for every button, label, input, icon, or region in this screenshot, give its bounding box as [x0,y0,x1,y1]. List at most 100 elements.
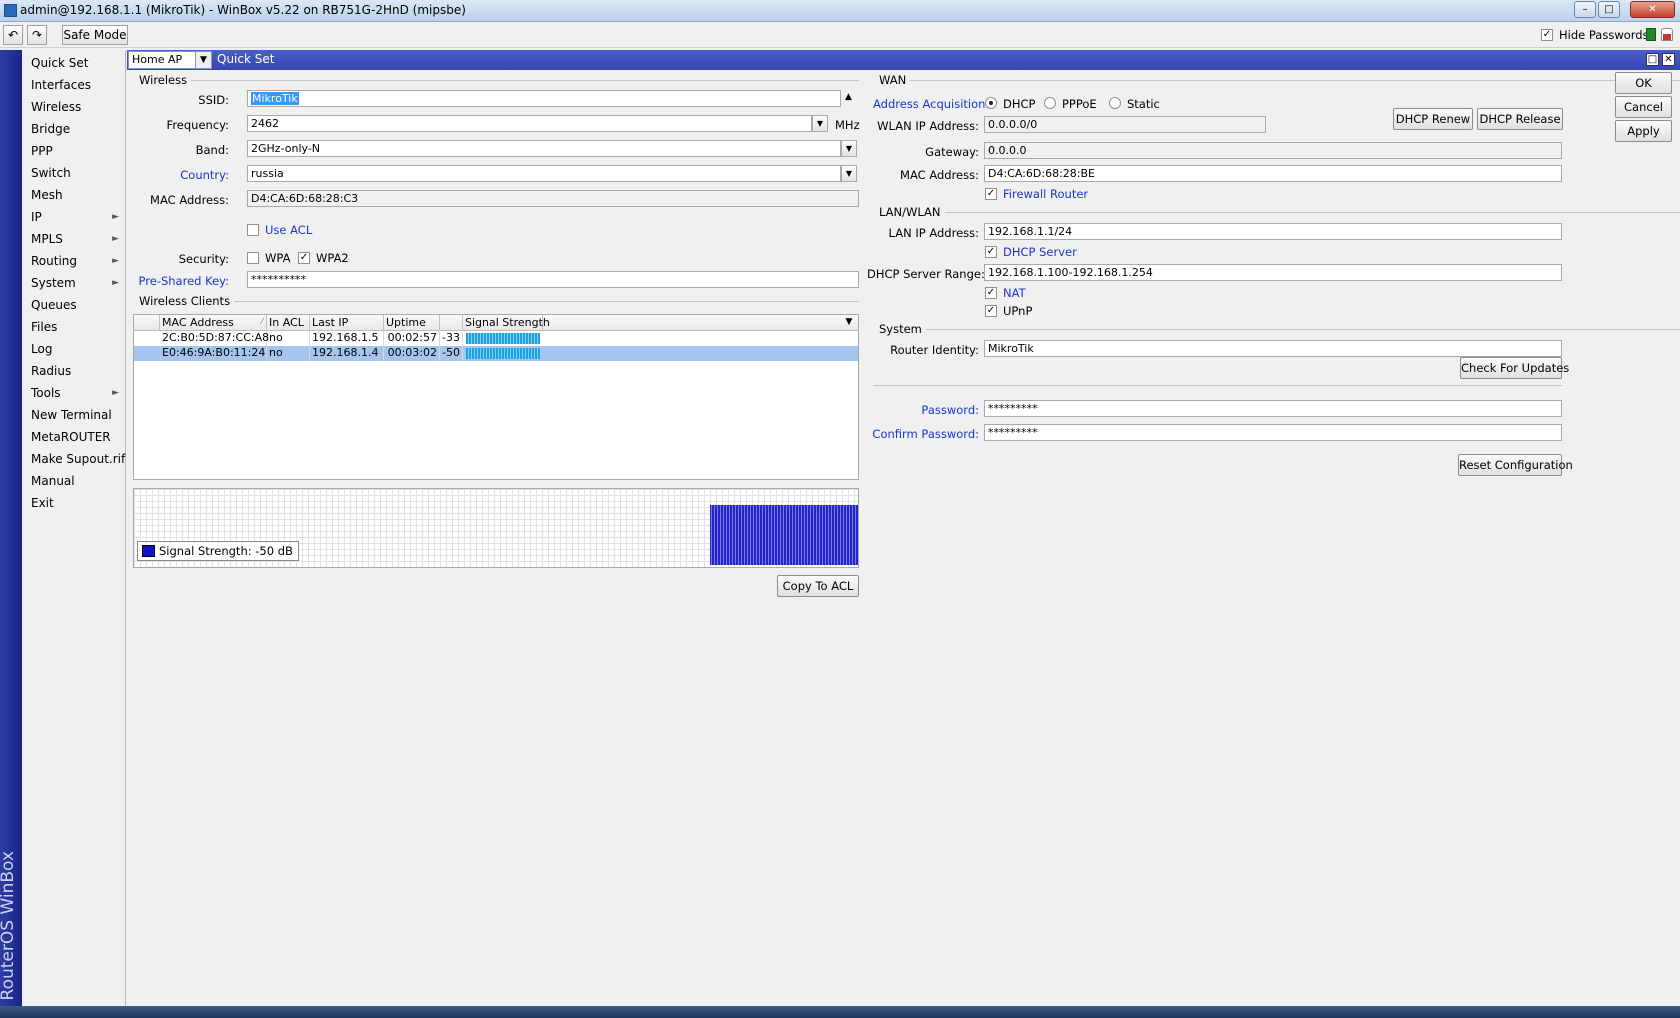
sidebar-item-queues[interactable]: Queues [22,294,125,316]
client-signal: -50 [440,346,463,361]
psk-input[interactable]: ********** [247,271,859,288]
dhcp-radio[interactable] [985,97,997,109]
dhcp-release-button[interactable]: DHCP Release [1477,108,1563,130]
sidebar-item-radius[interactable]: Radius [22,360,125,382]
table-row[interactable]: E0:46:9A:B0:11:24 no 192.168.1.4 00:03:0… [134,346,858,361]
undo-button[interactable]: ↶ [3,25,23,45]
nat-label[interactable]: NAT [1003,286,1026,300]
wireless-section: Wireless [133,73,859,87]
dhcp-range-label: DHCP Server Range: [867,267,985,281]
system-section: System [873,322,1680,336]
sidebar-item-make-supout[interactable]: Make Supout.rif [22,448,125,470]
column-header[interactable] [134,315,160,331]
sidebar-item-tools[interactable]: Tools ► [22,382,125,404]
column-header-signal-strength[interactable]: Signal Strength [463,315,550,331]
column-header-signal-value[interactable] [440,315,463,331]
sidebar-item-exit[interactable]: Exit [22,492,125,514]
close-icon[interactable]: ✕ [1630,1,1675,18]
sidebar-item-mesh[interactable]: Mesh [22,184,125,206]
sidebar-item-system[interactable]: System ► [22,272,125,294]
restore-window-icon[interactable]: □ [1646,53,1659,66]
wan-mac-input[interactable]: D4:CA:6D:68:28:BE [984,165,1562,182]
redo-button[interactable]: ↷ [27,25,47,45]
sidebar-item-quick-set[interactable]: Quick Set [22,52,125,74]
hide-passwords-checkbox[interactable]: ✓ [1541,29,1553,41]
reset-configuration-button[interactable]: Reset Configuration [1458,454,1573,476]
router-identity-input[interactable]: MikroTik [984,340,1562,357]
band-select[interactable]: 2GHz-only-N [247,140,841,157]
column-menu-icon[interactable]: ▼ [840,315,858,331]
sidebar-item-files[interactable]: Files [22,316,125,338]
chevron-down-icon[interactable]: ▼ [812,115,828,132]
lan-ip-input[interactable]: 192.168.1.1/24 [984,223,1562,240]
table-row[interactable]: 2C:B0:5D:87:CC:A8 no 192.168.1.5 00:02:5… [134,331,858,346]
maximize-icon[interactable]: □ [1598,1,1620,18]
column-header-last-ip[interactable]: Last IP [310,315,384,331]
ok-button[interactable]: OK [1615,72,1672,94]
sidebar-item-ppp[interactable]: PPP [22,140,125,162]
country-select[interactable]: russia [247,165,841,182]
use-acl-label[interactable]: Use ACL [265,223,312,237]
password-input[interactable]: ********* [984,400,1562,417]
dhcp-server-checkbox[interactable]: ✓ [985,246,997,258]
safe-mode-button[interactable]: Safe Mode [62,25,128,45]
check-updates-button[interactable]: Check For Updates [1460,357,1569,379]
pppoe-radio[interactable] [1044,97,1056,109]
column-header-uptime[interactable]: Uptime [384,315,440,331]
lan-ip-label: LAN IP Address: [888,226,979,240]
collapse-up-icon[interactable]: ▲ [845,92,852,102]
window-titlebar: admin@192.168.1.1 (MikroTik) - WinBox v5… [0,0,1680,22]
psk-label[interactable]: Pre-Shared Key: [133,274,229,288]
gateway-label: Gateway: [925,145,979,159]
chevron-down-icon[interactable]: ▼ [841,140,857,157]
use-acl-checkbox[interactable] [247,224,259,236]
dhcp-renew-button[interactable]: DHCP Renew [1393,108,1473,130]
address-acquisition-label[interactable]: Address Acquisition: [873,97,989,111]
confirm-password-label[interactable]: Confirm Password: [867,427,979,441]
ssid-input[interactable]: MikroTik [247,90,841,107]
wireless-mac-field: D4:CA:6D:68:28:C3 [247,190,859,207]
client-in-acl: no [267,346,310,361]
cancel-button[interactable]: Cancel [1615,96,1672,118]
column-header-mac[interactable]: MAC Address ⁄ [160,315,267,331]
sidebar-item-manual[interactable]: Manual [22,470,125,492]
nat-checkbox[interactable]: ✓ [985,287,997,299]
apply-button[interactable]: Apply [1615,120,1672,142]
dhcp-range-input[interactable]: 192.168.1.100-192.168.1.254 [984,264,1562,281]
router-identity-label: Router Identity: [890,343,979,357]
submenu-arrow-icon: ► [112,278,119,288]
wpa2-label: WPA2 [316,251,349,265]
dhcp-server-label[interactable]: DHCP Server [1003,245,1077,259]
chevron-down-icon[interactable]: ▼ [841,165,857,182]
static-radio[interactable] [1109,97,1121,109]
sidebar-item-interfaces[interactable]: Interfaces [22,74,125,96]
sidebar-item-switch[interactable]: Switch [22,162,125,184]
confirm-password-input[interactable]: ********* [984,424,1562,441]
upnp-checkbox[interactable]: ✓ [985,305,997,317]
mode-select[interactable]: Home AP ▼ [128,51,212,69]
client-signal: -33 [440,331,463,346]
column-header-in-acl[interactable]: In ACL [267,315,310,331]
firewall-router-label[interactable]: Firewall Router [1003,187,1088,201]
sidebar-item-bridge[interactable]: Bridge [22,118,125,140]
sidebar-item-ip[interactable]: IP ► [22,206,125,228]
sidebar-item-log[interactable]: Log [22,338,125,360]
sidebar-item-wireless[interactable]: Wireless [22,96,125,118]
sidebar-item-new-terminal[interactable]: New Terminal [22,404,125,426]
sidebar-item-routing[interactable]: Routing ► [22,250,125,272]
country-label[interactable]: Country: [133,168,229,182]
copy-to-acl-button[interactable]: Copy To ACL [777,575,859,597]
lan-section: LAN/WLAN [873,205,1680,219]
wpa-checkbox[interactable] [247,252,259,264]
frequency-select[interactable]: 2462 [247,115,812,132]
wireless-clients-table: MAC Address ⁄ In ACL Last IP Uptime Signa… [133,314,859,480]
firewall-router-checkbox[interactable]: ✓ [985,188,997,200]
password-label[interactable]: Password: [873,403,979,417]
close-window-icon[interactable]: ✕ [1662,53,1675,66]
lock-icon[interactable] [1661,28,1673,41]
minimize-icon[interactable]: – [1574,1,1596,18]
wan-mac-label: MAC Address: [900,168,979,182]
sidebar-item-metarouter[interactable]: MetaROUTER [22,426,125,448]
wpa2-checkbox[interactable]: ✓ [298,252,310,264]
sidebar-item-mpls[interactable]: MPLS ► [22,228,125,250]
